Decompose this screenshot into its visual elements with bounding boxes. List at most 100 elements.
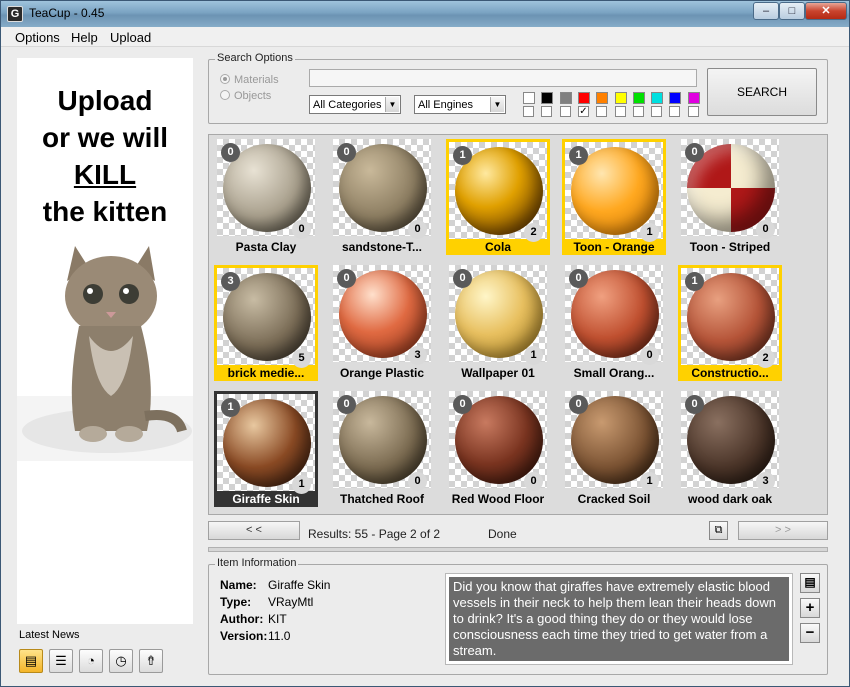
- color-swatch: [632, 92, 645, 104]
- minus-button[interactable]: −: [800, 623, 820, 643]
- teacup-window: G TeaCup - 0.45 – □ ✕ Options Help Uploa…: [0, 0, 850, 687]
- add-document-icon[interactable]: ▤: [800, 573, 820, 593]
- material-preview: 12: [449, 142, 547, 242]
- material-preview: 00: [217, 139, 315, 239]
- next-page-button[interactable]: > >: [738, 521, 828, 540]
- info-version-value: 11.0: [268, 629, 291, 643]
- material-tile[interactable]: 0 0 Thatched Roof: [330, 391, 434, 507]
- download-count-badge: 1: [221, 398, 240, 417]
- gauge-icon[interactable]: ◔: [79, 649, 103, 673]
- info-name-row: Name: Giraffe Skin: [220, 578, 330, 592]
- panel-splitter[interactable]: [208, 547, 828, 552]
- material-preview: 00: [565, 265, 663, 365]
- info-name-label: Name:: [220, 578, 257, 592]
- popout-window-icon[interactable]: ⧉: [709, 521, 728, 540]
- rating-count-badge: 1: [524, 346, 543, 365]
- news-list-icon[interactable]: ▤: [19, 649, 43, 673]
- color-filter-checkbox[interactable]: [669, 106, 681, 117]
- color-filter-checkbox[interactable]: [614, 106, 626, 117]
- color-swatch: [541, 92, 554, 104]
- radio-objects[interactable]: Objects: [220, 90, 271, 102]
- material-name: Constructio...: [691, 366, 769, 380]
- info-version-label: Version:: [220, 629, 268, 643]
- color-filter-checkbox[interactable]: [632, 106, 644, 117]
- material-preview: 00: [333, 139, 431, 239]
- color-swatch: [687, 92, 700, 104]
- material-tile[interactable]: 0 0 sandstone-T...: [330, 139, 434, 255]
- color-filter-checkbox[interactable]: [687, 106, 699, 117]
- color-filter-checkbox[interactable]: [596, 106, 608, 117]
- color-filter-checkbox[interactable]: [559, 106, 571, 117]
- material-name: sandstone-T...: [341, 240, 422, 254]
- download-count-badge: 0: [569, 269, 588, 288]
- material-tile[interactable]: 1 2 Constructio...: [678, 265, 782, 381]
- prev-page-button[interactable]: < <: [208, 521, 300, 540]
- material-name: brick medie...: [227, 366, 305, 380]
- rating-count-badge: 0: [524, 472, 543, 491]
- color-swatch: [559, 92, 572, 104]
- material-tile[interactable]: 1 1 Giraffe Skin: [214, 391, 318, 507]
- clock-icon[interactable]: ◷: [109, 649, 133, 673]
- material-tile[interactable]: 0 0 Toon - Striped: [678, 139, 782, 255]
- color-filter-checkbox[interactable]: [651, 106, 663, 117]
- material-tile[interactable]: 0 1 Cracked Soil: [562, 391, 666, 507]
- search-button[interactable]: SEARCH: [707, 68, 817, 116]
- rating-count-badge: 1: [640, 472, 659, 491]
- list-icon[interactable]: ☰: [49, 649, 73, 673]
- material-tile[interactable]: 1 1 Toon - Orange: [562, 139, 666, 255]
- color-swatch: [596, 92, 609, 104]
- material-tile[interactable]: 0 0 Red Wood Floor: [446, 391, 550, 507]
- menu-upload[interactable]: Upload: [110, 30, 151, 45]
- material-name: Red Wood Floor: [451, 492, 545, 506]
- engine-select[interactable]: All Engines ▼: [414, 95, 506, 114]
- minimize-button[interactable]: –: [753, 2, 779, 20]
- material-name: Orange Plastic: [339, 366, 425, 380]
- menu-options[interactable]: Options: [15, 30, 60, 45]
- material-tile[interactable]: 0 3 Orange Plastic: [330, 265, 434, 381]
- material-name: Giraffe Skin: [232, 492, 300, 506]
- category-value: All Categories: [313, 99, 382, 111]
- rating-count-badge: 3: [756, 472, 775, 491]
- title-bar[interactable]: G TeaCup - 0.45 – □ ✕: [1, 1, 849, 27]
- info-type-label: Type:: [220, 595, 252, 609]
- plus-button[interactable]: +: [800, 598, 820, 618]
- material-tile[interactable]: 0 0 Pasta Clay: [214, 139, 318, 255]
- material-tile[interactable]: 3 5 brick medie...: [214, 265, 318, 381]
- material-name: Pasta Clay: [235, 240, 297, 254]
- material-name: Toon - Striped: [689, 240, 771, 254]
- maximize-button[interactable]: □: [779, 2, 805, 20]
- info-author-label: Author:: [220, 612, 264, 626]
- upload-arrow-icon[interactable]: ⇮: [139, 649, 163, 673]
- material-tile[interactable]: 1 2 Cola: [446, 139, 550, 255]
- results-text: Results: 55 - Page 2 of 2: [308, 527, 441, 541]
- material-name: Toon - Orange: [573, 240, 655, 254]
- material-name: Cracked Soil: [577, 492, 651, 506]
- teacup-app-icon[interactable]: G: [7, 6, 23, 22]
- rating-count-badge: 0: [408, 220, 427, 239]
- rating-count-badge: 0: [408, 472, 427, 491]
- info-name-value: Giraffe Skin: [268, 578, 331, 592]
- category-select[interactable]: All Categories ▼: [309, 95, 401, 114]
- download-count-badge: 1: [569, 146, 588, 165]
- search-input[interactable]: [309, 69, 697, 87]
- download-count-badge: 0: [685, 143, 704, 162]
- ad-panel[interactable]: Upload or we will KILL the kitten: [17, 58, 193, 624]
- color-filter-checkbox[interactable]: [523, 106, 534, 117]
- download-count-badge: 0: [453, 269, 472, 288]
- color-filter-checkbox[interactable]: ✓: [577, 106, 589, 117]
- menu-help[interactable]: Help: [71, 30, 98, 45]
- radio-materials[interactable]: Materials: [220, 74, 279, 86]
- item-information-label: Item Information: [215, 557, 299, 569]
- material-tile[interactable]: 0 1 Wallpaper 01: [446, 265, 550, 381]
- material-preview: 03: [333, 265, 431, 365]
- color-filter-checkbox[interactable]: [541, 106, 553, 117]
- material-tile[interactable]: 0 0 Small Orang...: [562, 265, 666, 381]
- material-preview: 11: [565, 142, 663, 242]
- download-count-badge: 0: [337, 269, 356, 288]
- status-text: Done: [488, 527, 517, 541]
- material-tile[interactable]: 0 3 wood dark oak: [678, 391, 782, 507]
- close-button[interactable]: ✕: [805, 2, 847, 20]
- ad-line-4: the kitten: [42, 196, 168, 227]
- download-count-badge: 1: [453, 146, 472, 165]
- menu-bar: Options Help Upload: [1, 27, 849, 47]
